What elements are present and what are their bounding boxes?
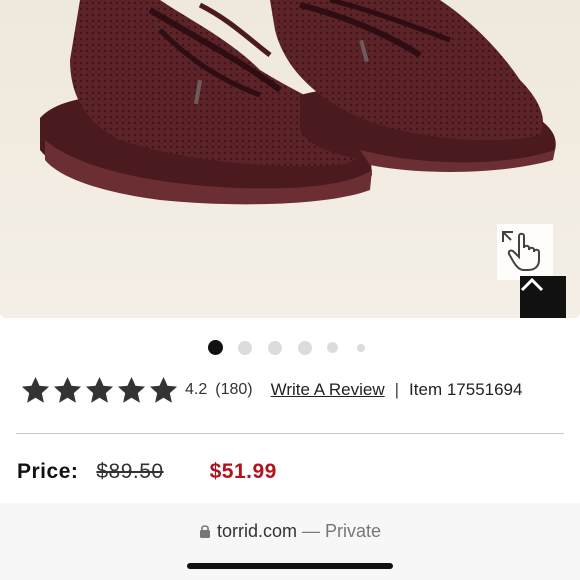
write-review-link[interactable]: Write A Review (271, 380, 385, 400)
star-icon (149, 376, 178, 403)
star-icon (53, 376, 82, 403)
pagination-dot-6[interactable] (357, 344, 365, 352)
pagination-dot-1[interactable] (208, 340, 223, 355)
separator: | (394, 380, 400, 399)
divider (16, 433, 564, 434)
browser-address-bar[interactable]: torrid.com — Private (0, 503, 580, 580)
star-icon (117, 376, 146, 403)
zoom-button[interactable] (497, 224, 553, 280)
rating-row: 4.2 (180) Write A Review | Item 17551694 (20, 372, 565, 408)
star-icon (21, 376, 50, 403)
chevron-up-icon (520, 277, 544, 292)
shoe-illustration (0, 0, 580, 318)
private-mode-label: — Private (302, 521, 382, 541)
lock-icon (199, 525, 210, 538)
image-pagination (0, 340, 580, 356)
url-display[interactable]: torrid.com — Private (0, 521, 580, 542)
url-domain: torrid.com (216, 521, 297, 541)
home-indicator[interactable] (187, 563, 393, 569)
pagination-dot-5[interactable] (327, 342, 338, 353)
price-label: Price: (17, 460, 79, 483)
rating-value: 4.2 (185, 381, 208, 398)
sale-price: $51.99 (209, 460, 277, 483)
hand-pointer-icon (502, 231, 540, 271)
pagination-dot-2[interactable] (238, 341, 252, 355)
star-rating[interactable] (20, 375, 179, 406)
price-row: Price: $89.50 $51.99 (17, 456, 277, 488)
review-count[interactable]: (180) (215, 381, 252, 399)
item-number: Item 17551694 (409, 380, 523, 399)
pagination-dot-3[interactable] (268, 341, 282, 355)
back-to-top-button[interactable] (520, 276, 566, 318)
star-icon (85, 376, 114, 403)
product-image[interactable] (0, 0, 580, 318)
pagination-dot-4[interactable] (298, 341, 312, 355)
original-price: $89.50 (96, 460, 164, 483)
